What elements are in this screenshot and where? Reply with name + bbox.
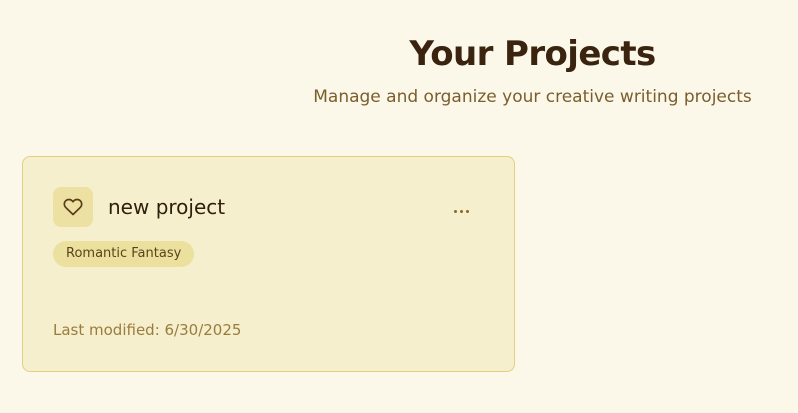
project-name[interactable]: new project [108,194,225,220]
page-title: Your Projects [409,34,656,74]
genre-badge: Romantic Fantasy [53,241,195,267]
page-subtitle: Manage and organize your creative writin… [313,87,752,107]
more-horizontal-icon [453,209,457,213]
more-options-button[interactable] [447,201,475,221]
last-modified-text: Last modified: 6/30/2025 [53,321,242,339]
page-header: Your Projects Manage and organize your c… [300,30,765,108]
heart-icon [53,187,93,227]
projects-page: Your Projects Manage and organize your c… [0,0,798,413]
project-card[interactable]: new project Romantic Fantasy Last modifi… [22,156,515,372]
